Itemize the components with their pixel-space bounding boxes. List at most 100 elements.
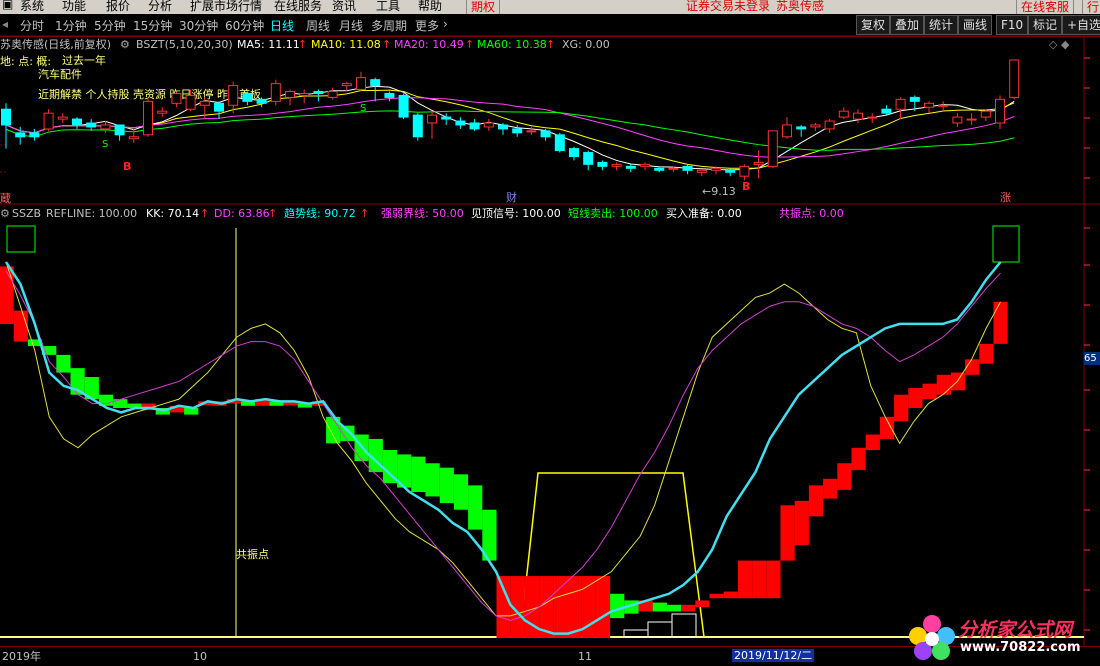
candle-body	[895, 98, 906, 110]
candle-body	[881, 108, 892, 114]
candle-body	[341, 83, 352, 87]
ssz-block	[652, 602, 667, 612]
candle-body	[824, 120, 835, 130]
candle-body	[469, 122, 480, 130]
ssz-block	[993, 301, 1008, 344]
top-signal-box-left	[6, 225, 36, 253]
candle-body	[57, 116, 68, 120]
low-price-label: ←9.13	[702, 185, 736, 198]
ssz-block	[113, 399, 128, 408]
cursor-date-label: 2019/11/12/二	[732, 649, 815, 662]
candle-body	[625, 165, 636, 169]
ssz-block	[56, 354, 71, 373]
buy-marker-1: B	[123, 160, 132, 173]
candle-body	[980, 110, 991, 118]
ssz-block	[681, 604, 696, 612]
candle-body	[711, 167, 721, 171]
candle-body	[86, 122, 97, 128]
ssz-block	[468, 485, 483, 530]
candle-body	[356, 77, 366, 91]
candle-body	[143, 100, 153, 136]
candle-body	[995, 98, 1005, 124]
candle-body	[157, 110, 168, 114]
candle-body	[242, 92, 253, 102]
candle-body	[412, 114, 423, 138]
ssz-block	[709, 593, 724, 599]
ssz-block	[567, 576, 582, 638]
axis-label-october: 10	[193, 650, 207, 663]
candle-body	[611, 163, 622, 167]
candle-body	[569, 148, 579, 157]
candle-body	[583, 152, 594, 165]
candle-body	[853, 112, 863, 120]
ssz-block	[439, 467, 454, 504]
candle-body	[427, 114, 437, 124]
candle-body	[384, 92, 395, 98]
ssz-block	[894, 394, 909, 422]
candle-body	[441, 116, 452, 120]
candle-body	[1, 108, 11, 126]
candle-body	[739, 165, 750, 177]
candle-body	[114, 124, 125, 136]
axis-label-year: 2019年	[2, 650, 41, 663]
ma20-line	[5, 97, 1015, 158]
chart-canvas[interactable]	[0, 0, 1100, 665]
candle-body	[171, 92, 182, 104]
candle-body	[682, 165, 693, 171]
candle-body	[554, 134, 565, 152]
candle-body	[725, 169, 736, 173]
event-marker-finance[interactable]: 财	[506, 191, 517, 204]
ma5-line	[5, 85, 1015, 171]
ssz-block	[979, 343, 994, 364]
candle-body	[782, 124, 792, 138]
candle-body	[128, 136, 139, 140]
ssz-block	[453, 474, 469, 510]
candle-body	[398, 94, 409, 118]
candle-body	[767, 130, 778, 167]
candle-body	[256, 98, 267, 104]
ssz-block	[936, 374, 951, 395]
candle-body	[498, 124, 508, 130]
event-marker-left[interactable]: 蔵	[0, 192, 11, 205]
buy-marker-2: B	[742, 180, 751, 193]
candle-body	[270, 83, 281, 102]
candle-body	[753, 161, 764, 165]
candle-body	[838, 110, 849, 118]
candle-body	[455, 120, 466, 126]
candle-body	[924, 102, 934, 108]
candle-body	[43, 112, 54, 130]
candle-body	[299, 92, 310, 96]
watermark-url: www.70822.com	[960, 640, 1081, 655]
ssz-block	[695, 600, 710, 608]
candle-body	[668, 167, 679, 170]
candle-body	[938, 104, 949, 107]
ssz-block	[553, 576, 568, 638]
ssz-block	[737, 560, 753, 599]
ssz-block	[794, 500, 809, 546]
ssz-block	[823, 478, 838, 499]
candle-body	[512, 128, 523, 134]
ssz-block	[425, 463, 440, 497]
ssz-block	[837, 463, 852, 490]
candle-body	[966, 118, 977, 121]
candle-body	[100, 124, 111, 130]
candle-body	[909, 96, 920, 102]
resonance-annotation: 共振点	[236, 548, 269, 561]
ssz-block	[411, 456, 426, 493]
candle-body	[796, 126, 807, 130]
event-marker-rise[interactable]: 涨	[1000, 191, 1011, 204]
candle-body	[29, 132, 40, 138]
accumulation-box-2	[647, 621, 673, 638]
kk-line	[5, 261, 1001, 617]
top-signal-box-right	[992, 225, 1020, 263]
candle-body	[199, 100, 210, 106]
candle-body	[696, 169, 707, 173]
ssz-block	[610, 593, 625, 619]
candle-body	[313, 90, 324, 94]
ssz-block	[808, 485, 824, 517]
candle-body	[15, 132, 26, 138]
candle-body	[810, 124, 821, 128]
candle-body	[370, 79, 381, 87]
candle-body	[327, 90, 338, 98]
ssz-block	[865, 434, 880, 450]
